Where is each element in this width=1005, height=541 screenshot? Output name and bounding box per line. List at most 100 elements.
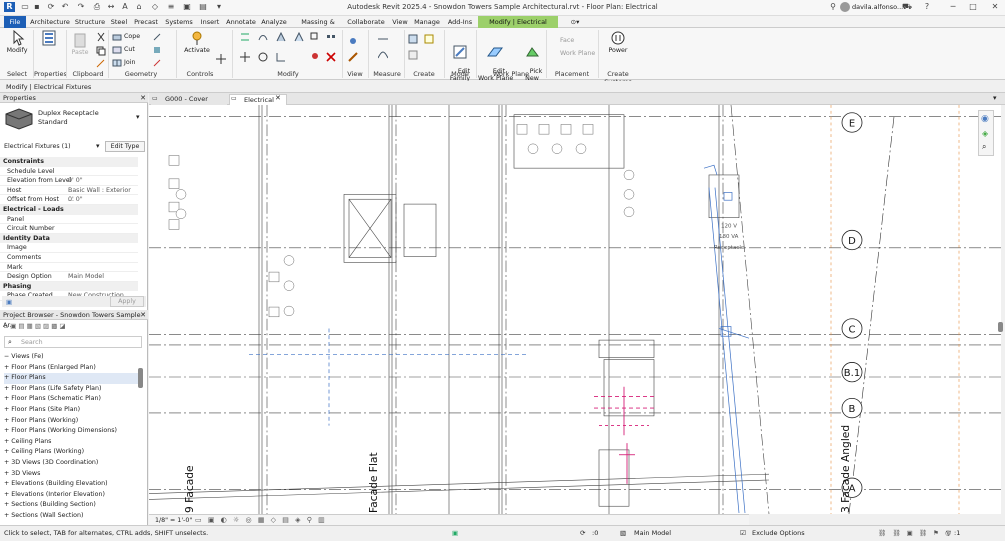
apply-button[interactable]: Apply bbox=[110, 296, 144, 307]
cart-icon[interactable]: ⛟ bbox=[902, 2, 912, 12]
override-graphics-icon[interactable] bbox=[348, 52, 358, 62]
browser-tree-item[interactable]: + Elevations (Interior Elevation) bbox=[4, 490, 105, 501]
browser-tree-item[interactable]: + Sections (Building Section) bbox=[4, 500, 96, 511]
tab-structure[interactable]: Structure bbox=[74, 16, 106, 28]
property-value[interactable]: 0' 0" bbox=[68, 176, 83, 186]
worksets-icon[interactable]: ▣ bbox=[452, 526, 458, 541]
browser-tree-item[interactable]: + 3D Views (3D Coordination) bbox=[4, 458, 98, 469]
selection-toggle-icons[interactable]: ⛓ ⛓ ▣ ⛓ ⚑ ◎ bbox=[878, 526, 953, 541]
face-option[interactable]: Face bbox=[560, 37, 574, 44]
browser-tree-item[interactable]: + Floor Plans (Site Plan) bbox=[4, 405, 80, 416]
browser-scrollbar[interactable] bbox=[138, 368, 143, 388]
trim-icon[interactable] bbox=[276, 52, 286, 62]
tab-collaborate[interactable]: Collaborate bbox=[346, 16, 386, 28]
avatar[interactable] bbox=[840, 2, 850, 12]
create-group-icon[interactable] bbox=[408, 50, 418, 60]
work-plane-option[interactable]: Work Plane bbox=[560, 50, 595, 57]
property-row[interactable]: Image bbox=[0, 243, 138, 253]
property-row[interactable]: Mark bbox=[0, 263, 138, 273]
canvas-vertical-scrollbar[interactable] bbox=[998, 322, 1003, 332]
tab-modify-electrical-fixtures[interactable]: Modify | Electrical Fixtures bbox=[478, 16, 558, 38]
design-option-select[interactable]: Main Model bbox=[634, 526, 671, 541]
cut-label[interactable]: Cut bbox=[124, 46, 135, 53]
instance-filter[interactable]: Electrical Fixtures (1) bbox=[2, 142, 100, 152]
user-name[interactable]: davila.alfonso... bbox=[852, 3, 903, 11]
move-icon[interactable] bbox=[240, 52, 250, 62]
properties-button[interactable] bbox=[36, 30, 62, 47]
cope-label[interactable]: Cope bbox=[124, 33, 140, 40]
properties-section-header[interactable]: Constraints bbox=[0, 157, 138, 167]
hide-in-view-icon[interactable] bbox=[348, 36, 358, 46]
browser-tree-item[interactable]: + Sections (Wall Section) bbox=[4, 511, 83, 522]
minimize-icon[interactable]: ─ bbox=[948, 2, 958, 12]
aligned-dimension-icon[interactable] bbox=[377, 50, 389, 60]
browser-tree-item[interactable]: + Ceiling Plans bbox=[4, 437, 51, 448]
tab-annotate[interactable]: Annotate bbox=[225, 16, 257, 28]
view-scale[interactable]: 1/8" = 1'-0" bbox=[155, 517, 192, 524]
tab-view[interactable]: View bbox=[390, 16, 410, 28]
property-row[interactable]: Design Option Main Model bbox=[0, 272, 138, 282]
tab-precast[interactable]: Precast bbox=[132, 16, 160, 28]
tab-insert[interactable]: Insert bbox=[198, 16, 222, 28]
steering-wheel-icon[interactable]: ◈ bbox=[982, 129, 988, 138]
browser-tree-item[interactable]: + Floor Plans bbox=[4, 373, 138, 384]
join-label[interactable]: Join bbox=[124, 59, 135, 66]
rotate-icon[interactable] bbox=[258, 52, 268, 62]
filter-icon[interactable]: ▽ bbox=[946, 526, 951, 541]
offset-icon[interactable] bbox=[258, 32, 268, 42]
close-icon[interactable]: ✕ bbox=[138, 93, 148, 103]
type-selector-chevron-down-icon[interactable]: ▾ bbox=[136, 113, 140, 121]
cope-icon[interactable] bbox=[112, 32, 122, 42]
zoom-icon[interactable]: ⌕ bbox=[982, 142, 986, 152]
paste-button[interactable]: Paste bbox=[70, 32, 90, 56]
tab-manage[interactable]: Manage bbox=[413, 16, 441, 28]
browser-tree-item[interactable]: + Elevations (Building Elevation) bbox=[4, 479, 108, 490]
property-row[interactable]: Elevation from Level 0' 0" bbox=[0, 176, 138, 186]
help-icon[interactable]: ? bbox=[922, 2, 932, 12]
exclude-options-checkbox[interactable]: ☑ bbox=[740, 526, 746, 541]
property-value[interactable]: Main Model bbox=[68, 272, 104, 282]
property-row[interactable]: Comments bbox=[0, 253, 138, 263]
paint-icon[interactable] bbox=[152, 45, 162, 55]
view-control-icons[interactable]: ▭ ▣ ◐ ☼ ◎ ▦ ◇ ▤ ◈ ⚲ ▥ bbox=[195, 516, 327, 524]
properties-help-icon[interactable]: ▣ bbox=[6, 298, 12, 306]
editable-only-icon[interactable]: ⟳ bbox=[580, 526, 585, 541]
close-icon[interactable]: ✕ bbox=[138, 310, 148, 320]
tab-architecture[interactable]: Architecture bbox=[30, 16, 70, 28]
properties-section-header[interactable]: Phasing bbox=[0, 281, 138, 292]
tab-add-ins[interactable]: Add-Ins bbox=[446, 16, 474, 28]
edit-type-button[interactable]: Edit Type bbox=[105, 141, 145, 152]
tab-file[interactable]: File bbox=[4, 16, 26, 28]
activate-button[interactable]: Activate bbox=[182, 30, 212, 54]
copy-element-icon[interactable] bbox=[310, 32, 320, 42]
mirror-draw-icon[interactable] bbox=[294, 31, 304, 42]
property-row[interactable]: Offset from Host 0' 0" bbox=[0, 195, 138, 205]
align-icon[interactable] bbox=[240, 32, 250, 42]
tab-analyze[interactable]: Analyze bbox=[260, 16, 288, 28]
create-assembly-icon[interactable] bbox=[408, 34, 418, 44]
properties-section-header[interactable]: Identity Data bbox=[0, 233, 138, 244]
search-input[interactable]: Search bbox=[21, 339, 43, 346]
ribbon-options-icon[interactable]: ⊙▾ bbox=[566, 16, 584, 28]
browser-tree-item[interactable]: + Floor Plans (Enlarged Plan) bbox=[4, 363, 96, 374]
infocenter-icon[interactable]: ⚲ bbox=[828, 2, 838, 12]
close-icon[interactable]: ✕ bbox=[990, 2, 1000, 12]
cut-icon[interactable] bbox=[96, 32, 106, 42]
power-button[interactable]: Power bbox=[602, 30, 634, 54]
browser-tree-item[interactable]: − Views (Fe) bbox=[4, 352, 44, 363]
filter-chevron-down-icon[interactable]: ▾ bbox=[96, 142, 100, 150]
move-arrows-icon[interactable] bbox=[216, 54, 226, 64]
demolish-icon[interactable] bbox=[152, 58, 162, 68]
maximize-icon[interactable]: □ bbox=[968, 2, 978, 12]
cut-geometry-icon[interactable] bbox=[112, 45, 122, 55]
close-tab-icon[interactable]: ✕ bbox=[275, 94, 281, 102]
browser-search-field[interactable]: ⌕ Search bbox=[4, 336, 142, 348]
browser-tree-item[interactable]: + Floor Plans (Schematic Plan) bbox=[4, 394, 101, 405]
browser-tree-item[interactable]: + Floor Plans (Working) bbox=[4, 416, 78, 427]
drawing-canvas[interactable]: E D C B.1 B A 120 V 180 VA Receptacle 9 … bbox=[149, 105, 1001, 514]
property-row[interactable]: Panel bbox=[0, 215, 138, 225]
tab-systems[interactable]: Systems bbox=[164, 16, 194, 28]
property-value[interactable]: 0' 0" bbox=[68, 195, 83, 205]
view-cube-icon[interactable]: ◉ bbox=[981, 114, 989, 124]
browser-tree-item[interactable]: + Floor Plans (Life Safety Plan) bbox=[4, 384, 101, 395]
